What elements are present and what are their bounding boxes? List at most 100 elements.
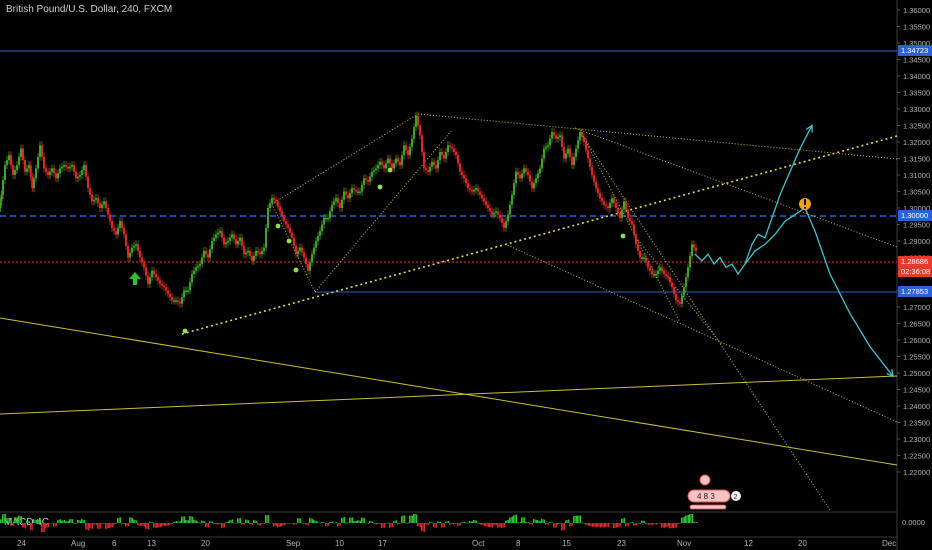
- macd-bar: [265, 514, 267, 523]
- candle-body: [14, 170, 16, 175]
- candle-body: [355, 189, 357, 192]
- forecast-path[interactable]: [694, 125, 813, 276]
- macd-bar: [161, 523, 163, 527]
- candle-body: [517, 171, 519, 175]
- y-tick-label: 1.31500: [903, 155, 930, 164]
- macd-bar: [29, 521, 31, 523]
- candle-body: [585, 142, 587, 151]
- macd-bar: [570, 523, 572, 526]
- macd-bar: [654, 523, 656, 525]
- candle-body: [695, 247, 697, 251]
- macd-bar: [225, 522, 227, 524]
- macd-bar: [682, 517, 684, 523]
- macd-bar: [394, 520, 396, 523]
- macd-bar: [564, 523, 566, 530]
- candle-body: [109, 214, 111, 222]
- candle-body: [643, 257, 645, 259]
- price-chart[interactable]: 1.360001.355001.350001.345001.340001.335…: [0, 0, 932, 550]
- y-tick-label: 1.34000: [903, 72, 930, 81]
- candle-body: [295, 245, 297, 255]
- candle-body: [677, 300, 679, 303]
- macd-bar: [134, 520, 136, 523]
- macd-bar: [172, 523, 174, 525]
- macd-bar: [646, 523, 648, 525]
- candle-body: [0, 194, 3, 202]
- candle-body: [523, 168, 525, 174]
- candle-body: [347, 194, 349, 199]
- candle-body: [235, 239, 237, 245]
- macd-bar: [641, 520, 643, 523]
- candle-body: [505, 221, 507, 228]
- macd-bar: [142, 523, 144, 527]
- candle-body: [561, 135, 563, 147]
- indicator-badge[interactable]: 4 8 3 2: [687, 474, 741, 510]
- macd-bar: [453, 523, 455, 525]
- candle-body: [577, 140, 579, 149]
- macd-bar: [396, 520, 398, 523]
- macd-bar: [594, 523, 596, 527]
- macd-bar: [580, 515, 582, 523]
- candle-body: [475, 188, 477, 190]
- macd-bar: [378, 523, 380, 525]
- macd-bar: [2, 514, 4, 523]
- macd-bar: [673, 523, 675, 529]
- macd-bar: [434, 523, 436, 528]
- macd-bar: [644, 521, 646, 523]
- candle-body: [607, 206, 609, 208]
- macd-bar: [333, 523, 335, 524]
- candle-body: [525, 168, 527, 172]
- price-axis[interactable]: 1.360001.355001.350001.345001.340001.335…: [897, 6, 930, 477]
- macd-bar: [598, 523, 600, 528]
- candle-body: [461, 171, 463, 175]
- candle-body: [171, 297, 173, 301]
- macd-bar: [372, 521, 374, 523]
- candle-body: [20, 148, 22, 157]
- macd-bar: [546, 523, 548, 525]
- candle-body: [291, 232, 293, 238]
- candle-body: [49, 171, 51, 175]
- candle-body: [465, 178, 467, 184]
- macd-bar: [294, 523, 296, 525]
- svg-text:02:36:08: 02:36:08: [901, 267, 930, 276]
- macd-bar: [678, 523, 680, 524]
- macd-bar: [633, 523, 635, 526]
- candle-body: [43, 156, 45, 169]
- candle-body: [477, 188, 479, 192]
- macd-bar: [31, 523, 33, 531]
- macd-bar: [128, 523, 130, 527]
- macd-bar: [121, 523, 123, 525]
- macd-bar: [302, 523, 304, 524]
- candle-body: [565, 153, 567, 159]
- macd-bar: [261, 523, 263, 524]
- y-tick-label: 1.24000: [903, 402, 930, 411]
- candle-body: [161, 283, 163, 286]
- candle-body: [265, 227, 267, 248]
- candle-body: [367, 179, 369, 182]
- candle-body: [283, 216, 285, 222]
- candle-body: [16, 165, 18, 171]
- macd-bar: [328, 523, 330, 526]
- macd-bar: [84, 520, 86, 523]
- candle-body: [573, 156, 575, 166]
- macd-bar: [489, 523, 491, 528]
- candle-body: [453, 148, 455, 152]
- macd-bar: [354, 520, 356, 523]
- candle-body: [339, 203, 341, 208]
- candle-body: [153, 270, 155, 274]
- macd-bar: [690, 514, 692, 523]
- macd-bar: [370, 521, 372, 523]
- alert-icon[interactable]: [799, 198, 811, 210]
- macd-bar: [506, 520, 508, 523]
- candle-body: [333, 201, 335, 205]
- macd-bar: [78, 520, 80, 523]
- macd-bar: [694, 521, 696, 523]
- time-axis[interactable]: 24 Aug 6 13 20 Sep 10 17 Oct 8 15 23 Nov 12 20 Dec: [17, 539, 896, 548]
- forecast-paths[interactable]: [694, 124, 894, 378]
- candle-body: [349, 193, 351, 199]
- trendlines[interactable]: [0, 113, 898, 511]
- candle-body: [267, 208, 269, 228]
- candle-body: [65, 165, 67, 167]
- macd-bar: [293, 523, 295, 525]
- macd-bar: [640, 523, 642, 524]
- candle-body: [581, 132, 583, 138]
